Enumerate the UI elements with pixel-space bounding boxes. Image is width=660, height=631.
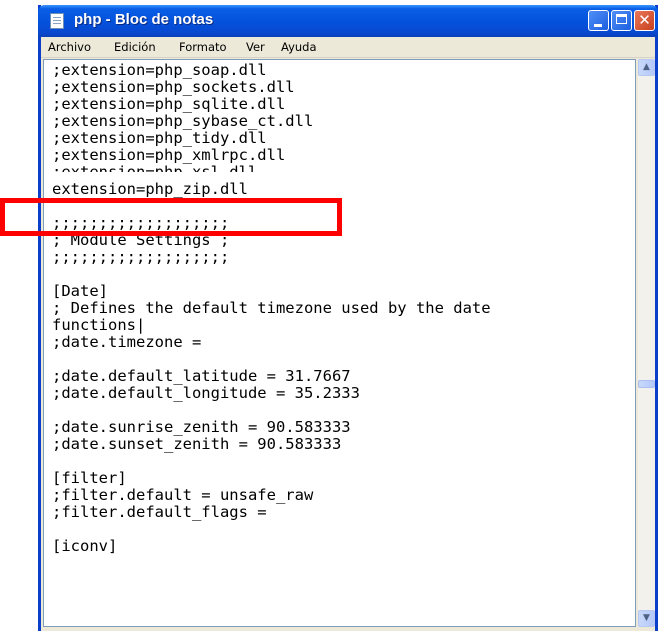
text-line: [filter]	[52, 469, 127, 487]
menu-ayuda[interactable]: Ayuda	[281, 40, 317, 54]
text-line: ;extension=php_tidy.dll	[52, 129, 267, 147]
text-line: ;extension=php_soap.dll	[52, 61, 267, 79]
text-line: ; Defines the default timezone used by t…	[52, 299, 491, 317]
minimize-button[interactable]	[588, 10, 609, 31]
scroll-thumb[interactable]	[638, 380, 655, 388]
title-bar[interactable]: php - Bloc de notas ✕	[38, 5, 658, 37]
scroll-down-button[interactable]: ▼	[638, 610, 655, 627]
text-line: ;filter.default = unsafe_raw	[52, 486, 314, 504]
notepad-icon[interactable]	[50, 13, 64, 29]
window-title: php - Bloc de notas	[74, 11, 214, 28]
text-line: ;date.sunset_zenith = 90.583333	[52, 435, 342, 453]
scroll-up-arrow-icon: ▲	[643, 62, 650, 72]
maximize-icon	[616, 14, 627, 24]
text-line: ;extension=php_sockets.dll	[52, 78, 295, 96]
text-line: ;extension=php_xmlrpc.dll	[52, 146, 286, 164]
notepad-window: php - Bloc de notas ✕ Archivo Edición Fo…	[38, 5, 658, 631]
menu-bar: Archivo Edición Formato Ver Ayuda	[41, 37, 655, 58]
menu-archivo[interactable]: Archivo	[48, 40, 91, 54]
scroll-up-button[interactable]: ▲	[638, 59, 655, 76]
menu-ver[interactable]: Ver	[246, 40, 265, 54]
text-line: [Date]	[52, 282, 108, 300]
menu-formato[interactable]: Formato	[179, 40, 227, 54]
highlight-box	[0, 198, 342, 236]
close-button[interactable]: ✕	[634, 10, 655, 31]
vertical-scrollbar[interactable]: ▲ ▼	[638, 59, 655, 627]
text-line: ;;;;;;;;;;;;;;;;;;;	[52, 248, 230, 266]
text-line: ;date.timezone =	[52, 333, 202, 351]
text-line: [iconv]	[52, 537, 118, 555]
scroll-down-arrow-icon: ▼	[643, 613, 650, 623]
text-line: ;filter.default_flags =	[52, 503, 267, 521]
text-line: ;date.default_longitude = 35.2333	[52, 384, 360, 402]
text-line-highlighted: extension=php_zip.dll	[52, 180, 248, 198]
text-line: ;date.sunrise_zenith = 90.583333	[52, 418, 351, 436]
text-line: functions|	[52, 316, 146, 334]
text-line-partial: ;extension=php_xsl.dll	[52, 164, 257, 172]
maximize-button[interactable]	[611, 10, 632, 31]
text-line: ;extension=php_sqlite.dll	[52, 95, 286, 113]
minimize-icon	[594, 24, 602, 27]
close-icon: ✕	[638, 11, 651, 29]
text-line: ;date.default_latitude = 31.7667	[52, 367, 351, 385]
text-line: ;extension=php_sybase_ct.dll	[52, 112, 314, 130]
menu-edicion[interactable]: Edición	[114, 40, 156, 54]
text-editor[interactable]: ;extension=php_soap.dll ;extension=php_s…	[43, 59, 636, 627]
